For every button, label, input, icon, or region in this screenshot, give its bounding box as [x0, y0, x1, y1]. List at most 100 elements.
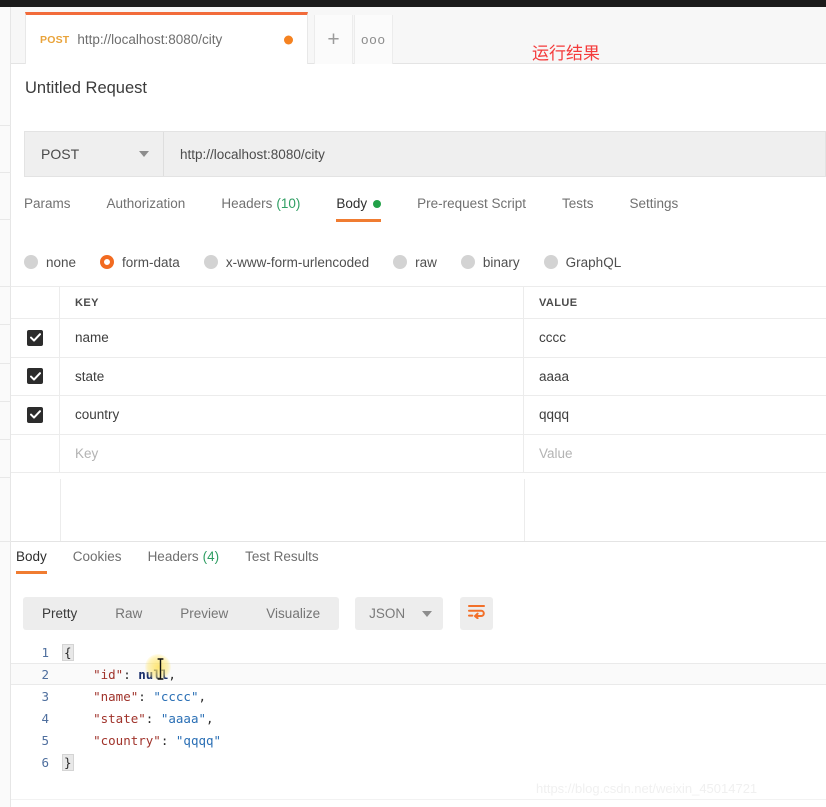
- code-line: 3 "name": "cccc",: [11, 685, 826, 707]
- request-section-tabs: Params Authorization Headers (10) Body Pr…: [24, 196, 826, 231]
- row-key-input[interactable]: name: [60, 319, 524, 357]
- chevron-down-icon: [422, 610, 433, 617]
- row-value-input[interactable]: cccc: [524, 319, 826, 357]
- plus-icon: +: [327, 27, 340, 51]
- radio-icon-urlencoded: [203, 255, 218, 269]
- tab-body[interactable]: Body: [336, 196, 382, 222]
- form-data-table: KEY VALUE name cccc state aaaa country q…: [11, 286, 826, 473]
- response-tab-headers-count: (4): [202, 549, 220, 564]
- line-number: 6: [41, 754, 49, 770]
- view-mode-preview[interactable]: Preview: [161, 597, 247, 630]
- view-mode-visualize[interactable]: Visualize: [247, 597, 339, 630]
- row-checkbox-cell-empty: [11, 434, 60, 472]
- tab-headers-label: Headers: [221, 196, 273, 211]
- line-content: "state": "aaaa",: [63, 710, 214, 726]
- line-number: 4: [41, 710, 49, 726]
- body-type-graphql[interactable]: GraphQL: [543, 255, 621, 270]
- view-mode-pretty[interactable]: Pretty: [23, 597, 96, 630]
- code-line: 6 }: [11, 751, 826, 773]
- http-method-select[interactable]: POST: [25, 132, 164, 176]
- line-number: 2: [41, 666, 49, 682]
- tab-params-label: Params: [24, 196, 71, 211]
- line-number: 1: [41, 644, 49, 660]
- response-tab-body[interactable]: Body: [16, 549, 47, 574]
- response-tab-test-results[interactable]: Test Results: [245, 549, 319, 574]
- http-method-value: POST: [41, 146, 80, 162]
- new-tab-button[interactable]: +: [314, 15, 353, 64]
- response-format-select[interactable]: JSON: [355, 597, 444, 630]
- unsaved-dot-icon: [284, 35, 293, 44]
- row-key-input[interactable]: state: [60, 357, 524, 395]
- tab-authorization-label: Authorization: [106, 196, 186, 211]
- view-mode-raw[interactable]: Raw: [96, 597, 161, 630]
- response-section-tabs: Body Cookies Headers (4) Test Results: [16, 549, 345, 574]
- word-wrap-button[interactable]: [460, 597, 494, 630]
- code-line-active: 2 "id": null,: [11, 663, 826, 685]
- radio-icon-form-data: [100, 255, 115, 269]
- request-tab-method: POST: [40, 34, 70, 46]
- body-type-radio-group: none form-data x-www-form-urlencoded raw…: [24, 245, 826, 279]
- code-line: 5 "country": "qqqq": [11, 729, 826, 751]
- url-input[interactable]: http://localhost:8080/city: [164, 132, 825, 176]
- body-type-none[interactable]: none: [24, 255, 76, 270]
- new-row-key-input[interactable]: Key: [60, 434, 524, 472]
- response-tab-headers-label: Headers: [147, 549, 199, 564]
- line-content: }: [62, 753, 74, 771]
- line-content: {: [62, 643, 74, 661]
- new-row-value-input[interactable]: Value: [524, 435, 826, 473]
- line-number: 3: [41, 688, 49, 704]
- row-checkbox-cell: [11, 357, 60, 395]
- tab-authorization[interactable]: Authorization: [107, 196, 186, 222]
- response-body-code-viewer[interactable]: 1 { 2 "id": null, 3 "name": "cccc", 4 "s…: [11, 641, 826, 791]
- body-type-form-data[interactable]: form-data: [100, 255, 180, 270]
- response-view-toolbar: Pretty Raw Preview Visualize JSON: [23, 597, 494, 630]
- response-tab-test-results-label: Test Results: [245, 549, 319, 564]
- header-check-cell: [11, 287, 60, 318]
- response-tab-headers[interactable]: Headers (4): [148, 549, 220, 574]
- body-type-urlencoded[interactable]: x-www-form-urlencoded: [203, 254, 370, 270]
- url-bar: POST http://localhost:8080/city: [24, 131, 826, 177]
- response-tab-body-label: Body: [16, 549, 47, 564]
- tab-headers-count: (10): [276, 196, 301, 211]
- app-title-bar: [0, 0, 826, 7]
- column-header-key: KEY: [60, 287, 524, 318]
- tab-pre-request-script-label: Pre-request Script: [417, 196, 526, 211]
- radio-icon-raw: [393, 255, 408, 269]
- body-type-form-data-label: form-data: [122, 254, 180, 270]
- tab-tests[interactable]: Tests: [562, 196, 594, 222]
- column-header-value: VALUE: [539, 296, 578, 309]
- line-content: "name": "cccc",: [63, 688, 207, 704]
- body-type-binary[interactable]: binary: [460, 255, 520, 270]
- request-tab-active[interactable]: POST http://localhost:8080/city: [25, 12, 308, 64]
- body-type-raw[interactable]: raw: [393, 255, 437, 270]
- radio-icon-graphql: [543, 255, 558, 269]
- table-row-empty: Key Value: [11, 434, 826, 473]
- row-checkbox[interactable]: [27, 406, 43, 423]
- tab-settings[interactable]: Settings: [629, 196, 678, 222]
- line-number: 5: [41, 732, 49, 748]
- ellipsis-icon: ooo: [361, 31, 386, 47]
- line-content: "country": "qqqq": [63, 732, 222, 748]
- response-format-value: JSON: [369, 606, 406, 621]
- watermark-text: https://blog.csdn.net/weixin_45014721: [536, 781, 758, 796]
- code-line: 4 "state": "aaaa",: [11, 707, 826, 729]
- response-tab-cookies[interactable]: Cookies: [73, 549, 122, 574]
- tab-settings-label: Settings: [629, 196, 679, 211]
- row-checkbox[interactable]: [27, 368, 43, 385]
- tab-more-options-button[interactable]: ooo: [354, 15, 393, 64]
- body-type-urlencoded-label: x-www-form-urlencoded: [225, 254, 370, 270]
- tab-headers[interactable]: Headers (10): [221, 196, 300, 222]
- row-value-input[interactable]: aaaa: [524, 358, 826, 396]
- tab-body-label: Body: [336, 196, 368, 211]
- tab-tests-label: Tests: [561, 196, 594, 211]
- word-wrap-icon: [468, 604, 486, 624]
- bottom-divider: [11, 799, 826, 800]
- row-checkbox-cell: [11, 319, 60, 357]
- tab-pre-request-script[interactable]: Pre-request Script: [417, 196, 526, 222]
- row-key-input[interactable]: country: [60, 396, 524, 434]
- row-value-input[interactable]: qqqq: [524, 396, 826, 434]
- tab-params[interactable]: Params: [24, 196, 71, 222]
- body-present-dot-icon: [373, 200, 382, 209]
- row-checkbox[interactable]: [27, 329, 43, 346]
- radio-icon-none: [24, 255, 38, 269]
